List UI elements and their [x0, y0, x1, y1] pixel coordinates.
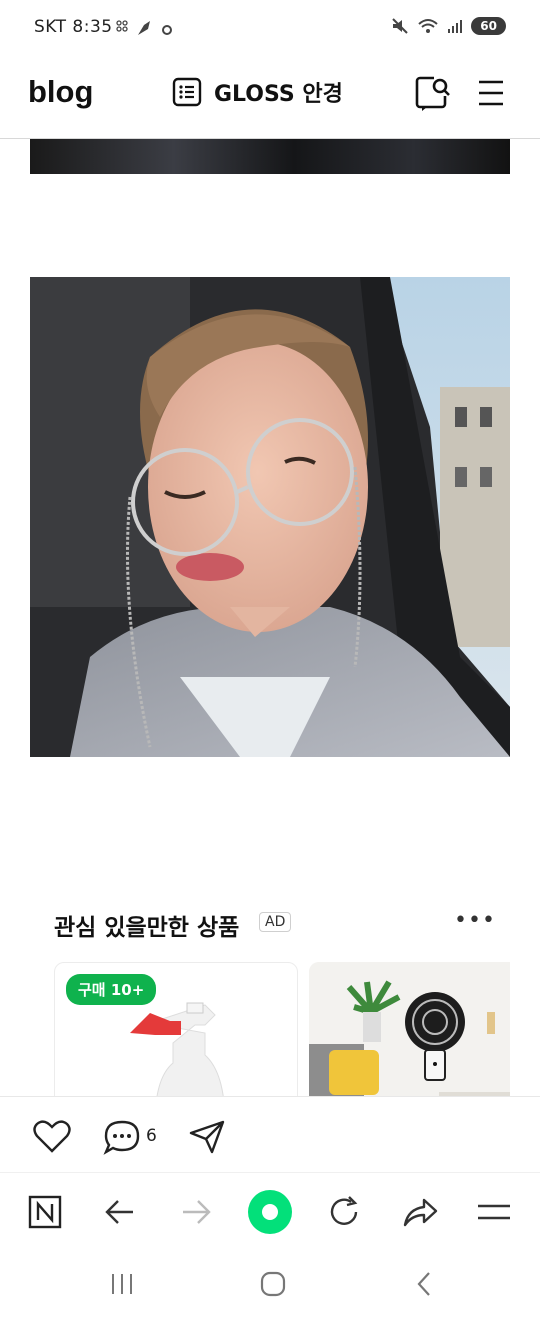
- status-bar: SKT 8:35 60: [0, 0, 540, 56]
- carrier-time: SKT 8:35: [34, 17, 113, 37]
- more-options-button[interactable]: •••: [454, 908, 496, 933]
- search-bubble-icon[interactable]: [414, 74, 452, 112]
- green-dot-icon[interactable]: [247, 1189, 293, 1235]
- blog-title-button[interactable]: GLOSS 안경: [172, 76, 343, 108]
- post-action-bar: [0, 1096, 540, 1173]
- app-header: blog GLOSS 안경: [0, 56, 540, 139]
- ad-section-title: 관심 있을만한 상품: [54, 915, 240, 941]
- signal-icon: [448, 20, 463, 33]
- recent-apps-icon[interactable]: [108, 1272, 136, 1296]
- battery-indicator: 60: [471, 17, 506, 35]
- refresh-icon[interactable]: [327, 1195, 361, 1229]
- blog-title: GLOSS 안경: [214, 82, 343, 107]
- notification-icons: [116, 20, 172, 35]
- system-navigation-bar: [0, 1248, 540, 1320]
- status-right: 60: [391, 17, 506, 35]
- list-icon: [172, 77, 202, 107]
- post-image-top: [30, 139, 510, 174]
- back-icon[interactable]: [414, 1270, 434, 1298]
- naver-n-icon[interactable]: [28, 1195, 62, 1229]
- comment-icon[interactable]: [103, 1119, 141, 1155]
- post-photo[interactable]: [30, 277, 510, 757]
- back-arrow-icon[interactable]: [104, 1197, 136, 1227]
- share-arrow-icon[interactable]: [402, 1195, 438, 1229]
- forward-arrow-icon[interactable]: [180, 1197, 212, 1227]
- ad-badge: AD: [259, 912, 292, 932]
- heart-icon[interactable]: [32, 1119, 72, 1153]
- comment-count: 6: [146, 1126, 157, 1146]
- purchase-count-badge: 구매 10+: [66, 974, 157, 1005]
- share-icon[interactable]: [188, 1119, 226, 1155]
- browser-toolbar: [0, 1172, 540, 1249]
- photo-illustration: [30, 277, 510, 757]
- blog-logo[interactable]: blog: [28, 74, 93, 110]
- wifi-icon: [418, 19, 438, 33]
- hamburger-icon[interactable]: [476, 1199, 512, 1225]
- home-icon[interactable]: [259, 1270, 287, 1298]
- mute-icon: [392, 18, 409, 34]
- menu-icon[interactable]: [476, 78, 506, 108]
